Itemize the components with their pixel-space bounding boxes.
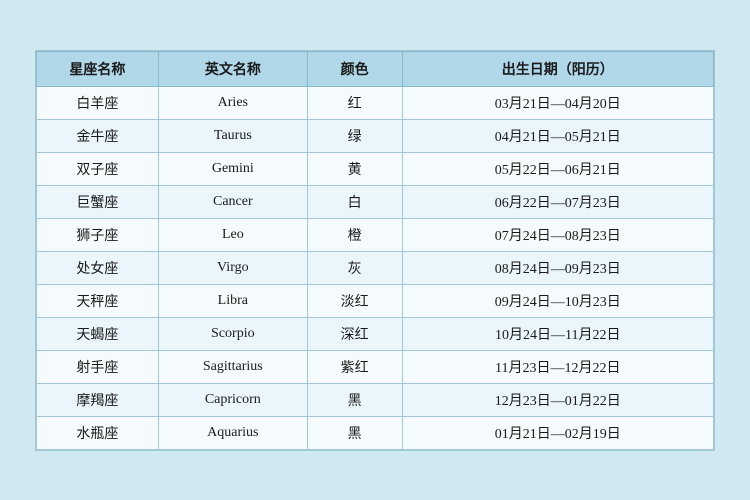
- cell-date: 10月24日—11月22日: [402, 317, 713, 350]
- cell-en: Aries: [158, 86, 307, 119]
- header-zh: 星座名称: [37, 51, 159, 86]
- table-row: 狮子座Leo橙07月24日—08月23日: [37, 218, 714, 251]
- table-row: 双子座Gemini黄05月22日—06月21日: [37, 152, 714, 185]
- cell-en: Scorpio: [158, 317, 307, 350]
- cell-date: 09月24日—10月23日: [402, 284, 713, 317]
- table-body: 白羊座Aries红03月21日—04月20日金牛座Taurus绿04月21日—0…: [37, 86, 714, 449]
- cell-en: Leo: [158, 218, 307, 251]
- zodiac-table-container: 星座名称 英文名称 颜色 出生日期（阳历） 白羊座Aries红03月21日—04…: [35, 50, 715, 451]
- cell-zh: 金牛座: [37, 119, 159, 152]
- cell-date: 06月22日—07月23日: [402, 185, 713, 218]
- table-row: 天蝎座Scorpio深红10月24日—11月22日: [37, 317, 714, 350]
- table-row: 金牛座Taurus绿04月21日—05月21日: [37, 119, 714, 152]
- cell-en: Sagittarius: [158, 350, 307, 383]
- cell-color: 橙: [307, 218, 402, 251]
- cell-zh: 天蝎座: [37, 317, 159, 350]
- cell-zh: 射手座: [37, 350, 159, 383]
- cell-en: Cancer: [158, 185, 307, 218]
- table-row: 天秤座Libra淡红09月24日—10月23日: [37, 284, 714, 317]
- cell-date: 03月21日—04月20日: [402, 86, 713, 119]
- cell-color: 灰: [307, 251, 402, 284]
- cell-color: 黑: [307, 416, 402, 449]
- cell-color: 深红: [307, 317, 402, 350]
- cell-date: 08月24日—09月23日: [402, 251, 713, 284]
- cell-date: 11月23日—12月22日: [402, 350, 713, 383]
- cell-color: 淡红: [307, 284, 402, 317]
- header-date: 出生日期（阳历）: [402, 51, 713, 86]
- cell-color: 紫红: [307, 350, 402, 383]
- cell-color: 红: [307, 86, 402, 119]
- table-row: 巨蟹座Cancer白06月22日—07月23日: [37, 185, 714, 218]
- cell-zh: 双子座: [37, 152, 159, 185]
- cell-color: 绿: [307, 119, 402, 152]
- cell-en: Virgo: [158, 251, 307, 284]
- table-row: 处女座Virgo灰08月24日—09月23日: [37, 251, 714, 284]
- cell-en: Aquarius: [158, 416, 307, 449]
- zodiac-table: 星座名称 英文名称 颜色 出生日期（阳历） 白羊座Aries红03月21日—04…: [36, 51, 714, 450]
- cell-date: 05月22日—06月21日: [402, 152, 713, 185]
- table-header-row: 星座名称 英文名称 颜色 出生日期（阳历）: [37, 51, 714, 86]
- cell-zh: 摩羯座: [37, 383, 159, 416]
- cell-date: 07月24日—08月23日: [402, 218, 713, 251]
- header-color: 颜色: [307, 51, 402, 86]
- cell-zh: 水瓶座: [37, 416, 159, 449]
- cell-en: Libra: [158, 284, 307, 317]
- cell-color: 黑: [307, 383, 402, 416]
- cell-zh: 处女座: [37, 251, 159, 284]
- cell-date: 01月21日—02月19日: [402, 416, 713, 449]
- cell-zh: 巨蟹座: [37, 185, 159, 218]
- cell-date: 12月23日—01月22日: [402, 383, 713, 416]
- cell-color: 黄: [307, 152, 402, 185]
- table-row: 白羊座Aries红03月21日—04月20日: [37, 86, 714, 119]
- cell-en: Taurus: [158, 119, 307, 152]
- table-row: 射手座Sagittarius紫红11月23日—12月22日: [37, 350, 714, 383]
- cell-color: 白: [307, 185, 402, 218]
- header-en: 英文名称: [158, 51, 307, 86]
- cell-zh: 天秤座: [37, 284, 159, 317]
- cell-zh: 狮子座: [37, 218, 159, 251]
- cell-date: 04月21日—05月21日: [402, 119, 713, 152]
- table-row: 水瓶座Aquarius黑01月21日—02月19日: [37, 416, 714, 449]
- table-row: 摩羯座Capricorn黑12月23日—01月22日: [37, 383, 714, 416]
- cell-en: Capricorn: [158, 383, 307, 416]
- cell-en: Gemini: [158, 152, 307, 185]
- cell-zh: 白羊座: [37, 86, 159, 119]
